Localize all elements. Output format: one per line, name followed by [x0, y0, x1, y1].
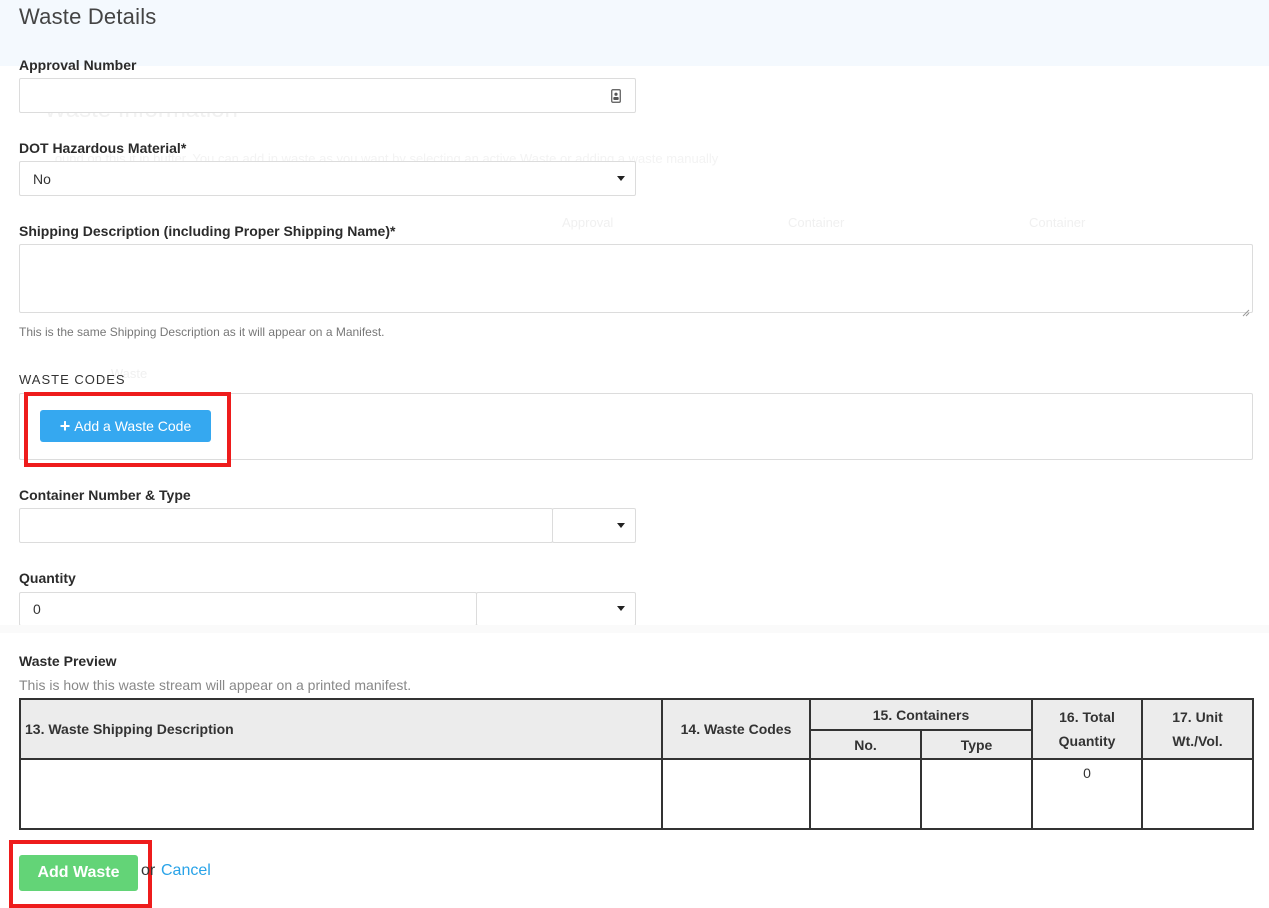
section-divider [0, 625, 1269, 633]
waste-preview-table: 13. Waste Shipping Description 14. Waste… [19, 698, 1255, 830]
chevron-down-icon [617, 606, 625, 611]
ghost-column-container: Container [788, 215, 845, 230]
waste-preview-title: Waste Preview [19, 653, 117, 669]
header-unit: 17. Unit Wt./Vol. [1141, 698, 1255, 760]
container-label: Container Number & Type [19, 487, 191, 503]
header-container-type: Type [919, 729, 1034, 760]
cell-unit [1141, 758, 1255, 830]
header-containers: 15. Containers [808, 698, 1034, 731]
waste-preview-subtitle: This is how this waste stream will appea… [19, 677, 412, 693]
chevron-down-icon [617, 523, 625, 528]
approval-number-input[interactable] [19, 78, 636, 113]
ghost-column-container-2: Container [1029, 215, 1086, 230]
container-number-input[interactable] [19, 508, 553, 543]
dot-hazardous-label: DOT Hazardous Material* [19, 140, 187, 156]
quantity-value: 0 [33, 601, 41, 617]
container-type-select[interactable] [552, 508, 636, 543]
cell-description [19, 758, 663, 830]
quantity-label: Quantity [19, 570, 76, 586]
page-header [0, 0, 1269, 66]
highlight-box-add-waste-code [24, 392, 231, 467]
quantity-unit-select[interactable] [476, 592, 636, 626]
or-text: or [141, 862, 156, 879]
approval-number-label: Approval Number [19, 57, 137, 73]
header-shipping-description: 13. Waste Shipping Description [19, 698, 663, 760]
shipping-description-label: Shipping Description (including Proper S… [19, 223, 396, 239]
cell-codes [661, 758, 811, 830]
cancel-link[interactable]: Cancel [161, 862, 211, 880]
resize-handle-icon[interactable] [1242, 302, 1250, 317]
cell-total-quantity: 0 [1031, 758, 1144, 830]
cell-container-no [809, 758, 922, 830]
ghost-column-approval: Approval [562, 215, 614, 230]
dot-hazardous-select[interactable]: No [19, 161, 636, 196]
waste-codes-heading: WASTE CODES [19, 372, 126, 387]
contact-card-icon[interactable] [611, 88, 621, 103]
header-waste-codes: 14. Waste Codes [661, 698, 811, 760]
cell-container-type [919, 758, 1034, 830]
shipping-description-help: This is the same Shipping Description as… [19, 325, 385, 339]
chevron-down-icon [617, 176, 625, 181]
table-row: 0 [19, 758, 1255, 830]
dot-hazardous-value: No [33, 170, 51, 187]
highlight-box-add-waste [9, 840, 152, 908]
shipping-description-textarea[interactable] [19, 244, 1253, 317]
page-title: Waste Details [19, 4, 157, 29]
quantity-input[interactable]: 0 [19, 592, 477, 626]
header-total-quantity: 16. Total Quantity [1031, 698, 1144, 760]
header-container-no: No. [809, 729, 922, 760]
